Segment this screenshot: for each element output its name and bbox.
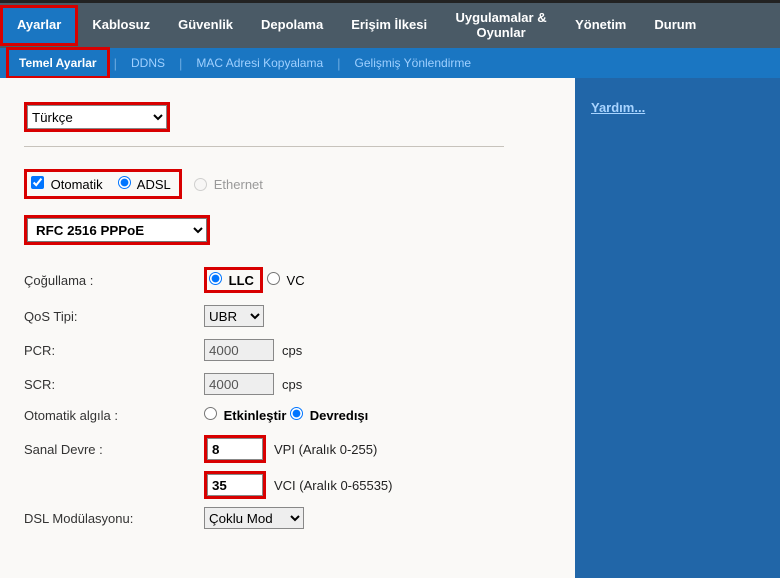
encapsulation-row: RFC 2516 PPPoE — [24, 215, 557, 245]
nav-depolama[interactable]: Depolama — [247, 8, 337, 42]
vpi-hint: VPI (Aralık 0-255) — [274, 442, 377, 457]
auto-adsl-highlight: Otomatik ADSL — [24, 169, 182, 199]
content-panel: Türkçe Otomatik ADSL Ethernet — [0, 78, 575, 578]
autodetect-disable-radio[interactable] — [290, 407, 303, 420]
help-link[interactable]: Yardım... — [591, 100, 645, 115]
vpi-row: Sanal Devre : VPI (Aralık 0-255) — [24, 435, 557, 463]
connection-type-row: Otomatik ADSL Ethernet — [24, 169, 557, 199]
pcr-unit: cps — [282, 343, 302, 358]
mux-label: Çoğullama : — [24, 273, 204, 288]
nav-yonetim[interactable]: Yönetim — [561, 8, 640, 42]
vc-label: Sanal Devre : — [24, 442, 204, 457]
subnav-gelismis-yonlendirme[interactable]: Gelişmiş Yönlendirme — [345, 50, 482, 76]
subnav-sep: | — [110, 56, 121, 71]
autodetect-row: Otomatik algıla : Etkinleştir Devredışı — [24, 407, 557, 423]
nav-durum[interactable]: Durum — [640, 8, 710, 42]
adsl-radio[interactable] — [118, 176, 131, 189]
vci-input[interactable] — [207, 474, 263, 496]
mux-llc-radio[interactable] — [209, 272, 222, 285]
autodetect-enable-radio[interactable] — [204, 407, 217, 420]
autodetect-enable-label[interactable]: Etkinleştir — [204, 407, 286, 423]
ethernet-radio-label[interactable]: Ethernet — [190, 175, 267, 194]
vpi-input[interactable] — [207, 438, 263, 460]
ethernet-radio[interactable] — [194, 178, 207, 191]
subnav-sep: | — [175, 56, 186, 71]
sub-nav: Temel Ayarlar | DDNS | MAC Adresi Kopyal… — [0, 48, 780, 78]
mux-llc-text: LLC — [229, 273, 254, 288]
scr-unit: cps — [282, 377, 302, 392]
language-select[interactable]: Türkçe — [27, 105, 167, 129]
auto-checkbox-label[interactable]: Otomatik — [31, 176, 103, 192]
mux-vc-label[interactable]: VC — [267, 272, 305, 288]
vpi-highlight — [204, 435, 266, 463]
vci-hint: VCI (Aralık 0-65535) — [274, 478, 393, 493]
nav-kablosuz[interactable]: Kablosuz — [78, 8, 164, 42]
autodetect-disable-text: Devredışı — [310, 408, 369, 423]
autodetect-enable-text: Etkinleştir — [224, 408, 287, 423]
qos-label: QoS Tipi: — [24, 309, 204, 324]
mux-row: Çoğullama : LLC VC — [24, 267, 557, 293]
pcr-label: PCR: — [24, 343, 204, 358]
nav-ayarlar[interactable]: Ayarlar — [0, 5, 78, 45]
language-highlight: Türkçe — [24, 102, 170, 132]
vci-highlight — [204, 471, 266, 499]
subnav-mac-kopyalama[interactable]: MAC Adresi Kopyalama — [186, 50, 333, 76]
dsl-mod-select[interactable]: Çoklu Mod — [204, 507, 304, 529]
qos-row: QoS Tipi: UBR — [24, 305, 557, 327]
subnav-sep: | — [333, 56, 344, 71]
encapsulation-highlight: RFC 2516 PPPoE — [24, 215, 210, 245]
vci-row: VCI (Aralık 0-65535) — [24, 471, 557, 499]
nav-erisim-ilkesi[interactable]: Erişim İlkesi — [337, 8, 441, 42]
qos-select[interactable]: UBR — [204, 305, 264, 327]
subnav-temel-ayarlar[interactable]: Temel Ayarlar — [6, 47, 110, 79]
adsl-text: ADSL — [137, 177, 171, 192]
pcr-row: PCR: cps — [24, 339, 557, 361]
divider — [24, 146, 504, 147]
ethernet-text: Ethernet — [214, 177, 263, 192]
nav-guvenlik[interactable]: Güvenlik — [164, 8, 247, 42]
nav-uygulamalar-oyunlar[interactable]: Uygulamalar & Oyunlar — [441, 1, 561, 50]
scr-input[interactable] — [204, 373, 274, 395]
mux-llc-highlight: LLC — [204, 267, 263, 293]
pcr-input[interactable] — [204, 339, 274, 361]
main-area: Türkçe Otomatik ADSL Ethernet — [0, 78, 780, 578]
auto-text: Otomatik — [51, 177, 103, 192]
dsl-mod-label: DSL Modülasyonu: — [24, 511, 204, 526]
auto-checkbox[interactable] — [31, 176, 44, 189]
dsl-mod-row: DSL Modülasyonu: Çoklu Mod — [24, 507, 557, 529]
autodetect-disable-label[interactable]: Devredışı — [290, 407, 368, 423]
scr-row: SCR: cps — [24, 373, 557, 395]
mux-llc-label[interactable]: LLC — [209, 272, 254, 288]
autodetect-label: Otomatik algıla : — [24, 408, 204, 423]
top-nav: Ayarlar Kablosuz Güvenlik Depolama Erişi… — [0, 0, 780, 48]
mux-vc-radio[interactable] — [267, 272, 280, 285]
encapsulation-select[interactable]: RFC 2516 PPPoE — [27, 218, 207, 242]
adsl-radio-label[interactable]: ADSL — [118, 176, 171, 192]
scr-label: SCR: — [24, 377, 204, 392]
help-sidebar: Yardım... — [575, 78, 780, 578]
mux-vc-text: VC — [287, 273, 305, 288]
subnav-ddns[interactable]: DDNS — [121, 50, 175, 76]
